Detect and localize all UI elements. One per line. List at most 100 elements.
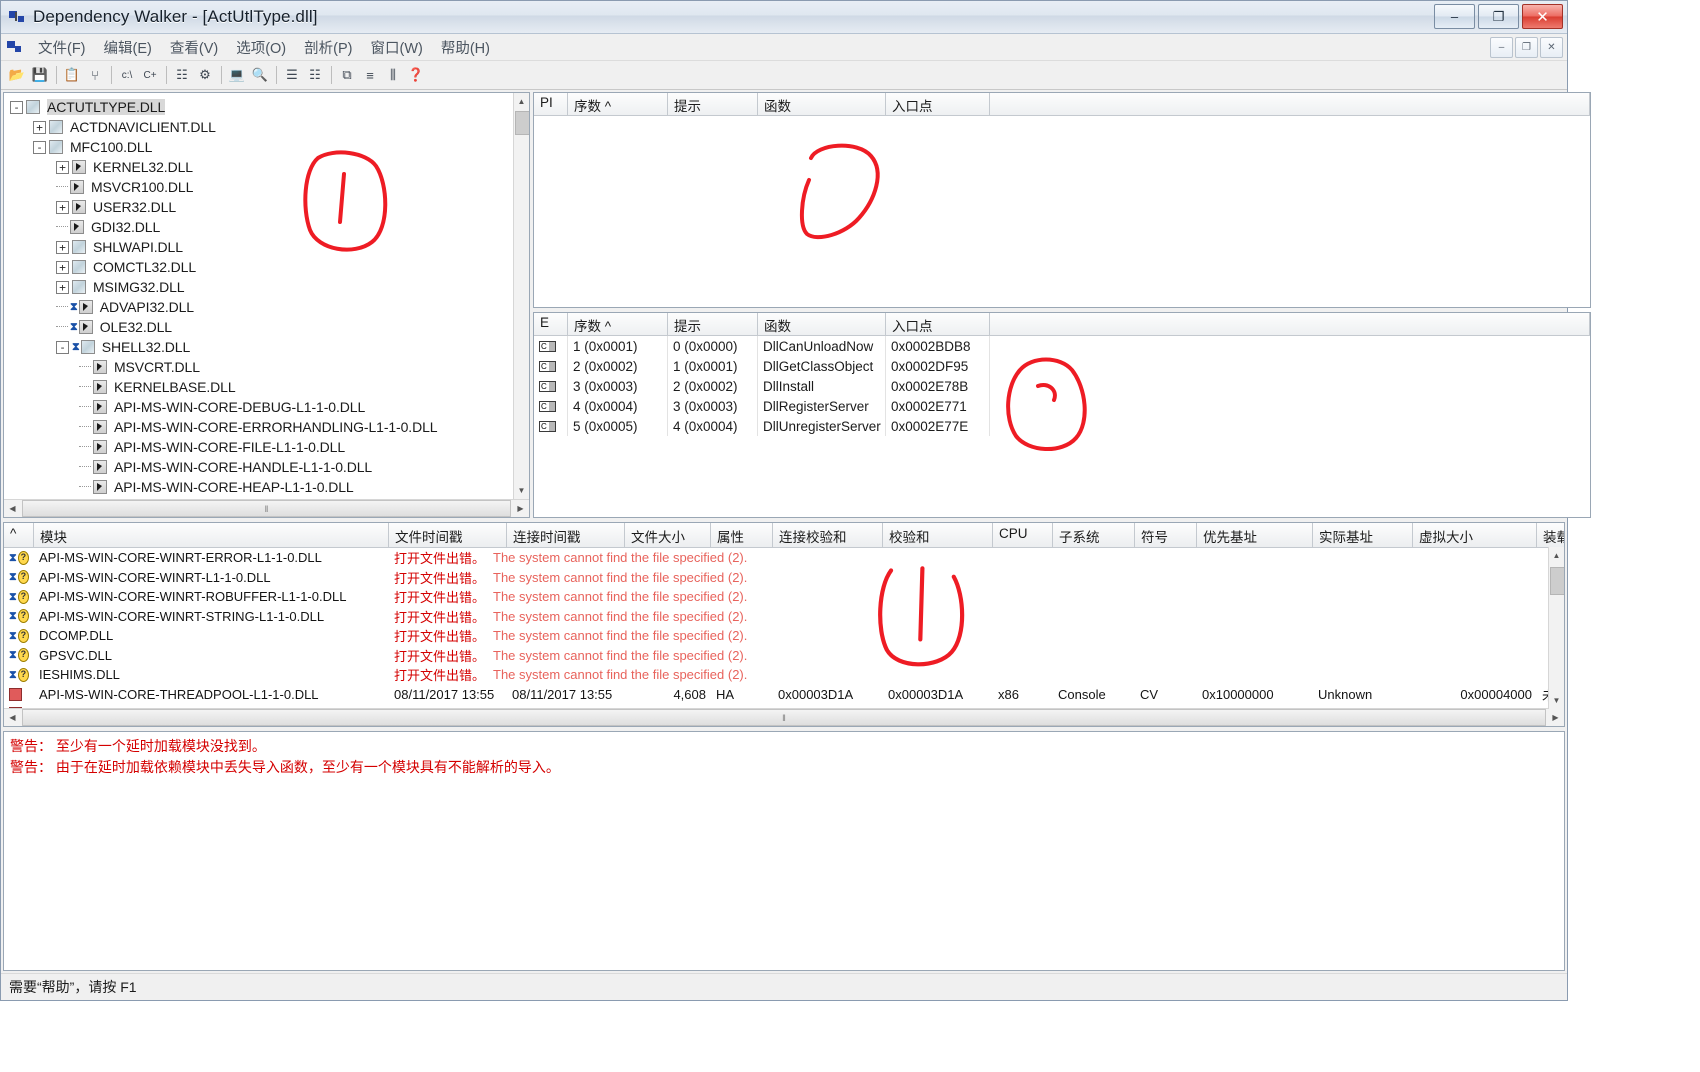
module-row[interactable]: ⧗? API-MS-WIN-CORE-WINRT-ERROR-L1-1-0.DLL… (4, 548, 1564, 568)
import-list-header[interactable]: PI 序数 ^ 提示 函数 入口点 (534, 93, 1590, 116)
column-header[interactable]: ^ (4, 523, 34, 547)
export-row[interactable]: C 1 (0x0001) 0 (0x0000) DllCanUnloadNow 0x00… (534, 336, 1590, 356)
column-header[interactable]: 实际基址 (1313, 523, 1413, 547)
module-scroll-left-arrow[interactable]: ◀ (4, 709, 21, 726)
close-button[interactable]: ✕ (1522, 4, 1563, 29)
module-scroll-up-arrow[interactable]: ▲ (1549, 547, 1564, 564)
full-paths-icon[interactable]: c:\ (116, 64, 138, 86)
collapse-icon[interactable]: - (56, 340, 69, 354)
tree-node[interactable]: API-MS-WIN-CORE-HANDLE-L1-1-0.DLL (10, 457, 514, 477)
column-header[interactable]: 函数 (758, 93, 886, 115)
open-icon[interactable]: 📂 (6, 64, 28, 86)
column-header[interactable]: 模块 (34, 523, 389, 547)
column-header[interactable]: 虚拟大小 (1413, 523, 1537, 547)
log-output-pane[interactable]: 警告： 至少有一个延时加载模块没找到。 警告： 由于在延时加载依赖模块中丢失导入函… (3, 731, 1565, 971)
menu-options[interactable]: 选项(O) (227, 34, 295, 61)
tree-node[interactable]: + USER32.DLL (10, 197, 514, 217)
column-header[interactable]: 子系统 (1053, 523, 1135, 547)
help-context-icon[interactable]: ❓ (405, 64, 427, 86)
tree-hscroll-thumb[interactable]: ‖ (22, 500, 511, 517)
tree-node[interactable]: - ⧗ SHELL32.DLL (10, 337, 514, 357)
column-header[interactable] (990, 313, 1590, 335)
column-header[interactable]: 入口点 (886, 313, 990, 335)
module-tree-pane[interactable]: - ACTUTLTYPE.DLL + ACTDNAVICLIENT.DLL - MFC10… (3, 92, 530, 518)
column-header[interactable]: 文件大小 (625, 523, 711, 547)
tree-vertical-scrollbar[interactable]: ▲ ▼ (513, 93, 529, 499)
save-icon[interactable]: 💾 (29, 64, 51, 86)
collapse-icon[interactable]: - (10, 100, 23, 114)
column-header[interactable]: 函数 (758, 313, 886, 335)
mdi-close-button[interactable]: ✕ (1540, 37, 1563, 58)
module-row[interactable]: COMCTL32.DLL04/25/2015 01:5604/25/2015 0… (4, 704, 1564, 708)
maximize-button[interactable]: ❐ (1478, 4, 1519, 29)
tree-node[interactable]: + ACTDNAVICLIENT.DLL (10, 117, 514, 137)
export-row[interactable]: C 2 (0x0002) 1 (0x0001) DllGetClassObject 0x… (534, 356, 1590, 376)
split-horizontal-icon[interactable]: ≡ (359, 64, 381, 86)
column-header[interactable] (990, 93, 1590, 115)
menu-profile[interactable]: 剖析(P) (295, 34, 361, 61)
export-list-header[interactable]: E 序数 ^ 提示 函数 入口点 (534, 313, 1590, 336)
mdi-restore-button[interactable]: ❐ (1515, 37, 1538, 58)
tree-node[interactable]: + COMCTL32.DLL (10, 257, 514, 277)
scroll-down-arrow[interactable]: ▼ (514, 482, 529, 499)
tree-horizontal-scrollbar[interactable]: ◀ ‖ ▶ (4, 499, 529, 517)
tree-node[interactable]: ⧗ OLE32.DLL (10, 317, 514, 337)
expand-icon[interactable]: + (56, 280, 69, 294)
column-header[interactable]: CPU (993, 523, 1053, 547)
mdi-minimize-button[interactable]: – (1490, 37, 1513, 58)
tree-node[interactable]: + KERNEL32.DLL (10, 157, 514, 177)
split-vertical-icon[interactable]: ⫼ (382, 64, 404, 86)
column-header[interactable]: 属性 (711, 523, 773, 547)
tree-node[interactable]: API-MS-WIN-CORE-FILE-L1-1-0.DLL (10, 437, 514, 457)
system-info-icon[interactable]: 💻 (226, 64, 248, 86)
module-row[interactable]: ⧗? API-MS-WIN-CORE-WINRT-STRING-L1-1-0.DL… (4, 607, 1564, 627)
tree-node[interactable]: API-MS-WIN-CORE-ERRORHANDLING-L1-1-0.DLL (10, 417, 514, 437)
menu-edit[interactable]: 编辑(E) (95, 34, 161, 61)
module-row[interactable]: API-MS-WIN-CORE-THREADPOOL-L1-1-0.DLL 08/… (4, 685, 1564, 705)
expand-icon[interactable]: + (56, 200, 69, 214)
module-row[interactable]: ⧗? GPSVC.DLL 打开文件出错。 The system cannot find… (4, 646, 1564, 666)
column-header[interactable]: 序数 ^ (568, 93, 668, 115)
module-row[interactable]: ⧗? IESHIMS.DLL 打开文件出错。 The system cannot fi… (4, 665, 1564, 685)
undecorate-cpp-icon[interactable]: C+ (139, 64, 161, 86)
expand-icon[interactable]: + (33, 120, 46, 134)
tree-scroll-thumb[interactable] (515, 111, 529, 135)
expand-tree-icon[interactable]: ⑂ (84, 64, 106, 86)
menu-window[interactable]: 窗口(W) (361, 34, 431, 61)
module-list-pane[interactable]: ^ 模块 文件时间戳 连接时间戳 文件大小 属性 连接校验和 校验和 CPU 子系统 符号 优先基址实… (3, 522, 1565, 727)
tree-node[interactable]: - ACTUTLTYPE.DLL (10, 97, 514, 117)
collapse-icon[interactable]: - (33, 140, 46, 154)
export-row[interactable]: C 4 (0x0004) 3 (0x0003) DllRegisterServer 0x… (534, 396, 1590, 416)
module-list-body[interactable]: ⧗? API-MS-WIN-CORE-WINRT-ERROR-L1-1-0.DLL… (4, 548, 1564, 708)
expand-icon[interactable]: + (56, 160, 69, 174)
column-header[interactable]: 连接时间戳 (507, 523, 625, 547)
tree-node[interactable]: API-MS-WIN-CORE-HEAP-L1-1-0.DLL (10, 477, 514, 497)
expand-icon[interactable]: + (56, 260, 69, 274)
column-header[interactable]: 优先基址 (1197, 523, 1313, 547)
column-header[interactable]: 文件时间戳 (389, 523, 507, 547)
module-scroll-right-arrow[interactable]: ▶ (1547, 709, 1564, 726)
column-header[interactable]: 装载顺序 (1537, 523, 1564, 547)
tree-node[interactable]: ⧗ ADVAPI32.DLL (10, 297, 514, 317)
export-list-body[interactable]: C1 (0x0001) 0 (0x0000) DllCanUnloadNow 0x00… (534, 336, 1590, 436)
properties-icon[interactable]: ⚙ (194, 64, 216, 86)
module-tree[interactable]: - ACTUTLTYPE.DLL + ACTDNAVICLIENT.DLL - MFC10… (4, 93, 514, 499)
export-function-list[interactable]: E 序数 ^ 提示 函数 入口点 C 1 (0x0001) 0 (0x0000) DllCan… (533, 312, 1591, 518)
column-header[interactable]: 连接校验和 (773, 523, 883, 547)
module-horizontal-scrollbar[interactable]: ◀ ‖ ▶ (4, 708, 1564, 726)
column-header[interactable]: 提示 (668, 313, 758, 335)
search-icon[interactable]: 🔍 (249, 64, 271, 86)
import-function-list[interactable]: PI 序数 ^ 提示 函数 入口点 (533, 92, 1591, 308)
copy-icon[interactable]: 📋 (61, 64, 83, 86)
view-modules-icon[interactable]: ☷ (171, 64, 193, 86)
tree-node[interactable]: API-MS-WIN-CORE-DEBUG-L1-1-0.DLL (10, 397, 514, 417)
module-scroll-thumb[interactable] (1550, 567, 1564, 595)
module-scroll-down-arrow[interactable]: ▼ (1549, 692, 1564, 709)
clear-log-icon[interactable]: ☷ (304, 64, 326, 86)
module-row[interactable]: ⧗? API-MS-WIN-CORE-WINRT-ROBUFFER-L1-1-0.… (4, 587, 1564, 607)
log-view-icon[interactable]: ☰ (281, 64, 303, 86)
menu-file[interactable]: 文件(F) (29, 34, 95, 61)
module-row[interactable]: ⧗? API-MS-WIN-CORE-WINRT-L1-1-0.DLL 打开文件出错… (4, 568, 1564, 588)
module-list-header[interactable]: ^ 模块 文件时间戳 连接时间戳 文件大小 属性 连接校验和 校验和 CPU 子系统 符号 优先基址实… (4, 523, 1564, 548)
tree-node[interactable]: MSVCRT.DLL (10, 357, 514, 377)
